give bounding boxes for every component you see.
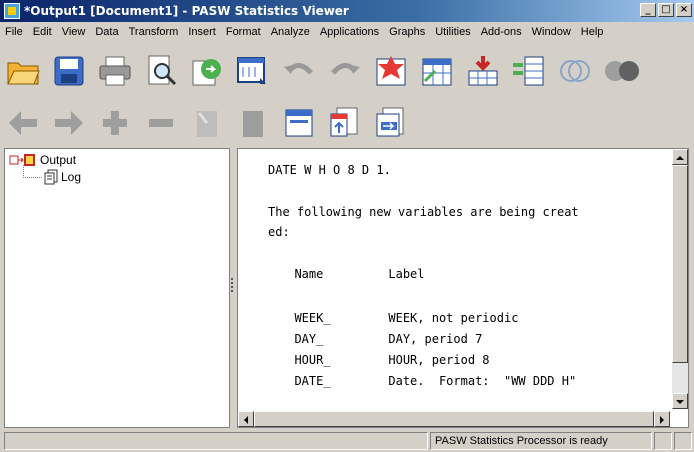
outline-toolbar (0, 98, 694, 148)
log-line: ed: (268, 225, 290, 239)
menu-insert[interactable]: Insert (183, 26, 221, 38)
open-icon[interactable] (5, 53, 41, 89)
standard-toolbar (0, 46, 694, 96)
hide-icon[interactable] (235, 105, 271, 141)
pasw-viewer-window: *Output1 [Document1] - PASW Statistics V… (0, 0, 694, 452)
menu-utilities[interactable]: Utilities (430, 26, 475, 38)
menu-bar: File Edit View Data Transform Insert For… (0, 22, 694, 42)
log-text-area[interactable]: DATE W H O 8 D 1. The following new vari… (238, 149, 670, 409)
menu-graphs[interactable]: Graphs (384, 26, 430, 38)
log-line: DATE W H O 8 D 1. (268, 163, 391, 177)
redo-icon[interactable] (327, 53, 363, 89)
menu-file[interactable]: File (0, 26, 28, 38)
menu-add-ons[interactable]: Add-ons (476, 26, 527, 38)
split-file-icon[interactable] (511, 53, 547, 89)
menu-help[interactable]: Help (576, 26, 609, 38)
vertical-scrollbar[interactable] (672, 149, 688, 409)
goto-variable-icon[interactable] (419, 53, 455, 89)
status-cell-indicator (674, 432, 692, 450)
splitter-grip-icon (231, 278, 233, 292)
status-bar: PASW Statistics Processor is ready (0, 430, 694, 452)
horizontal-scroll-thumb[interactable] (254, 411, 654, 427)
menu-window[interactable]: Window (527, 26, 576, 38)
vertical-scroll-thumb[interactable] (672, 165, 688, 363)
viewer-panes: Output Log DATE W H O 8 D 1. The followi… (4, 148, 690, 428)
select-cases-icon[interactable] (557, 53, 593, 89)
window-title: *Output1 [Document1] - PASW Statistics V… (24, 4, 349, 18)
log-line: WEEK_ WEEK, not periodic (280, 311, 519, 325)
window-controls: _ □ × (640, 3, 692, 17)
app-icon (4, 3, 20, 19)
status-message: PASW Statistics Processor is ready (430, 432, 652, 450)
insert-title-icon[interactable] (327, 105, 363, 141)
arrow-up-icon (676, 156, 684, 160)
demote-icon[interactable] (51, 105, 87, 141)
log-line: Name Label (280, 267, 425, 281)
log-icon (44, 169, 58, 185)
menu-edit[interactable]: Edit (28, 26, 57, 38)
log-line: DAY_ DAY, period 7 (280, 332, 483, 346)
menu-data[interactable]: Data (90, 26, 123, 38)
maximize-button[interactable]: □ (658, 3, 674, 17)
close-button[interactable]: × (676, 3, 692, 17)
menu-transform[interactable]: Transform (124, 26, 184, 38)
goto-data-icon[interactable] (235, 53, 271, 89)
save-icon[interactable] (51, 53, 87, 89)
undo-icon[interactable] (281, 53, 317, 89)
status-cell-empty (4, 432, 428, 450)
insert-cases-icon[interactable] (465, 53, 501, 89)
outline-root-label: Output (40, 153, 77, 167)
menu-analyze[interactable]: Analyze (266, 26, 315, 38)
outline-log-item[interactable]: Log (43, 169, 81, 185)
pane-splitter[interactable] (229, 148, 237, 428)
minimize-button[interactable]: _ (640, 3, 656, 17)
content-pane[interactable]: DATE W H O 8 D 1. The following new vari… (237, 148, 689, 428)
log-line: DATE_ Date. Format: "WW DDD H" (280, 374, 577, 388)
goto-case-icon[interactable] (373, 53, 409, 89)
promote-icon[interactable] (5, 105, 41, 141)
scroll-down-button[interactable] (672, 393, 688, 409)
value-labels-icon[interactable] (603, 53, 639, 89)
log-line: HOUR_ HOUR, period 8 (280, 353, 490, 367)
expand-icon[interactable] (97, 105, 133, 141)
show-icon[interactable] (189, 105, 225, 141)
status-cell-indicator (654, 432, 672, 450)
scroll-up-button[interactable] (672, 149, 688, 165)
arrow-right-icon (660, 416, 664, 424)
menu-view[interactable]: View (57, 26, 91, 38)
scroll-right-button[interactable] (654, 411, 670, 427)
outline-pane[interactable]: Output Log (4, 148, 230, 428)
collapse-icon[interactable] (143, 105, 179, 141)
print-preview-icon[interactable] (143, 53, 179, 89)
log-line: The following new variables are being cr… (268, 205, 579, 219)
arrow-down-icon (676, 400, 684, 404)
tree-connector (23, 165, 42, 178)
outline-log-label: Log (61, 170, 82, 184)
scroll-left-button[interactable] (238, 411, 254, 427)
export-icon[interactable] (189, 53, 225, 89)
insert-text-icon[interactable] (373, 105, 409, 141)
arrow-left-icon (244, 416, 248, 424)
insert-heading-icon[interactable] (281, 105, 317, 141)
menu-applications[interactable]: Applications (315, 26, 384, 38)
title-bar[interactable]: *Output1 [Document1] - PASW Statistics V… (0, 0, 694, 22)
print-icon[interactable] (97, 53, 133, 89)
horizontal-scrollbar[interactable] (238, 411, 670, 427)
menu-format[interactable]: Format (221, 26, 266, 38)
outline-root[interactable]: Output (9, 153, 76, 167)
